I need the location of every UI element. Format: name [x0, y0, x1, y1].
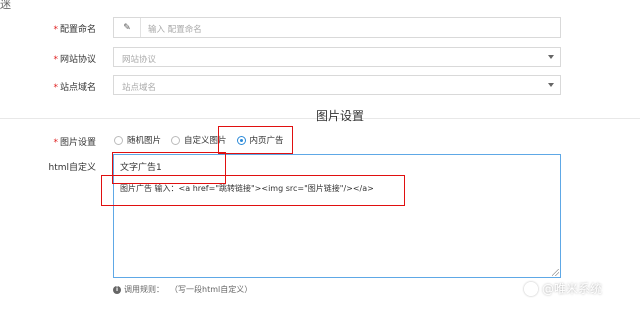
image-setting-label: * 图片设置 — [53, 138, 96, 148]
radio-icon[interactable] — [114, 135, 123, 145]
chevron-down-icon — [548, 83, 554, 87]
resize-handle-icon[interactable] — [552, 269, 559, 276]
protocol-select[interactable]: 网站协议 — [113, 47, 561, 67]
domain-select[interactable]: 站点域名 — [113, 75, 561, 95]
section-title: 图片设置 — [316, 109, 365, 123]
protocol-label: * 网站协议 — [53, 55, 96, 65]
pencil-icon: ✎ — [114, 18, 141, 37]
highlight-box-line2 — [101, 175, 405, 206]
radio-icon[interactable] — [171, 135, 181, 145]
config-name-field[interactable]: ✎ 输入 配置命名 — [113, 17, 561, 38]
highlight-box-radio — [218, 126, 293, 154]
chevron-down-icon — [548, 55, 554, 59]
domain-label: * 站点域名 — [53, 83, 96, 93]
call-rule-hint: i 调用规则： （写一段html自定义） — [113, 284, 252, 295]
header-fragment: 迷 — [0, 0, 11, 11]
html-custom-label: html自定义 — [48, 163, 96, 173]
watermark: @唯米系统 — [524, 280, 602, 297]
watermark-logo-icon — [524, 281, 538, 296]
info-icon: i — [113, 285, 121, 294]
config-name-label: * 配置命名 — [53, 25, 96, 35]
radio-random-image[interactable]: 随机图片 — [114, 134, 161, 146]
